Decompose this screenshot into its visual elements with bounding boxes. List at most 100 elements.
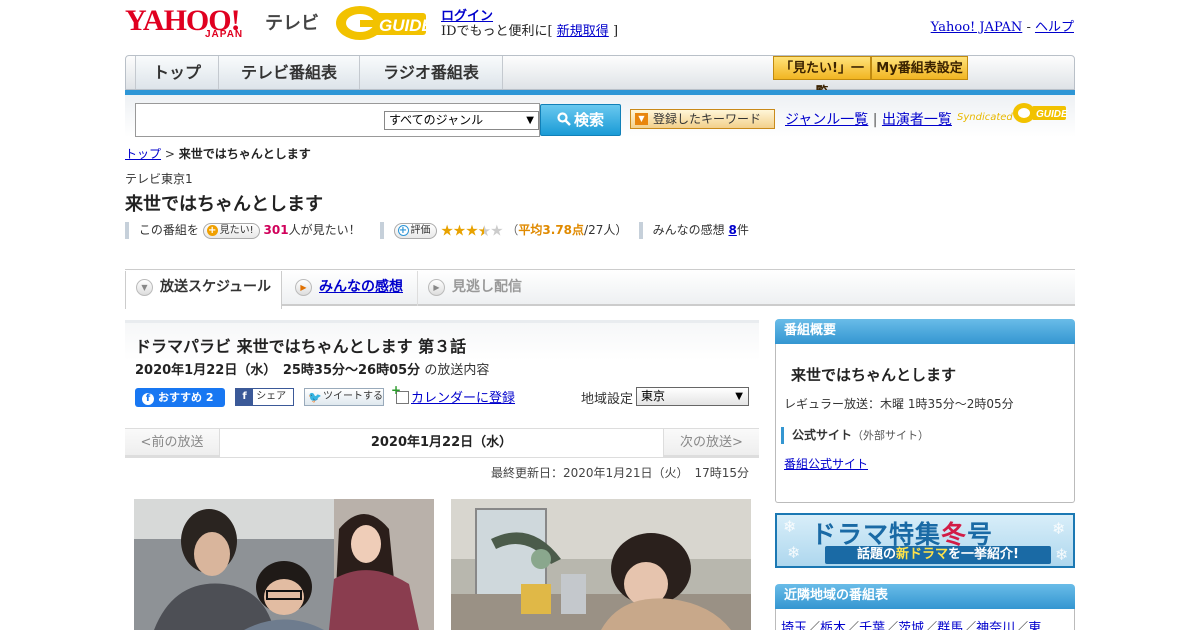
stats-separator <box>125 222 129 239</box>
yahoo-japan-link[interactable]: Yahoo! JAPAN <box>931 20 1023 35</box>
tab-schedule[interactable]: ▼ 放送スケジュール <box>125 271 282 309</box>
nearby-link-more[interactable]: 東 <box>1028 621 1041 630</box>
gguide-logo[interactable]: GUIDE <box>334 4 434 42</box>
id-promo: IDでもっと便利に[ 新規取得 ] <box>441 20 618 39</box>
gguide-text: GUIDE <box>379 16 432 35</box>
plus-icon: + <box>206 224 218 236</box>
dropdown-triangle-icon: ▼ <box>635 113 648 125</box>
nav-tab-radio-schedule[interactable]: ラジオ番組表 <box>360 56 503 89</box>
nearby-link-ibaraki[interactable]: 茨城 <box>898 621 924 630</box>
program-summary-header: 番組概要 <box>775 319 1075 344</box>
rating-average: 平均3.78点 <box>518 223 585 237</box>
genre-select-value: すべてのジャンル <box>389 113 484 127</box>
nearby-link-chiba[interactable]: 千葉 <box>859 621 885 630</box>
play-icon: ▶ <box>428 279 445 296</box>
nav-tab-tv-schedule[interactable]: テレビ番組表 <box>219 56 360 89</box>
rating-count: /27人） <box>584 223 628 237</box>
region-select[interactable]: 東京 ▼ <box>636 387 749 406</box>
genre-select[interactable]: すべてのジャンル ▼ <box>384 111 539 130</box>
play-icon: ▶ <box>295 279 312 296</box>
calendar-add-icon <box>391 383 409 404</box>
nearby-region-links: 埼玉／栃木／千葉／茨城／群馬／神奈川／東 <box>781 617 1071 630</box>
banner-sub-c: を一挙紹介! <box>948 547 1019 562</box>
banner-sub-a: 話題の <box>857 547 897 562</box>
stats-separator <box>379 222 384 239</box>
impressions-prefix: みんなの感想 <box>652 223 725 237</box>
rating-stars: ★★★★★ <box>440 221 503 240</box>
mitai-list-button[interactable]: 「見たい!」一覧 <box>773 56 871 100</box>
signup-link[interactable]: 新規取得 <box>557 24 609 39</box>
episode-airtime-suffix: の放送内容 <box>424 363 490 378</box>
genre-list-link[interactable]: ジャンル一覧 <box>785 112 868 128</box>
rating-open-paren: （ <box>506 223 519 237</box>
cast-list-link[interactable]: 出演者一覧 <box>882 112 952 128</box>
search-icon <box>557 112 571 126</box>
mitai-count: 301 <box>263 223 289 237</box>
nearby-link-kanagawa[interactable]: 神奈川 <box>976 621 1015 630</box>
prev-broadcast-link[interactable]: <前の放送 <box>125 429 219 457</box>
twitter-bird-icon: 🐦 <box>308 391 322 404</box>
add-calendar[interactable]: カレンダーに登録 <box>391 383 515 406</box>
channel-name: テレビ東京1 <box>125 172 193 186</box>
breadcrumb-sep: > <box>164 147 175 161</box>
official-site-heading: 公式サイト（外部サイト） <box>781 427 929 444</box>
summary-regular-broadcast: レギュラー放送：木曜 1時35分～2時05分 <box>784 397 1014 411</box>
syndicated-gguide-text: GUIDE <box>1036 109 1068 120</box>
official-site-note: （外部サイト） <box>852 429 930 442</box>
summary-title: 来世ではちゃんとします <box>791 366 957 384</box>
banner-title-b: 冬 <box>941 520 968 549</box>
official-site-link[interactable]: 番組公式サイト <box>784 455 868 472</box>
search-button[interactable]: 検索 <box>540 104 621 136</box>
impressions-count-link[interactable]: 8 <box>728 223 736 237</box>
nearby-link-saitama[interactable]: 埼玉 <box>781 621 807 630</box>
tab-impressions-label: みんなの感想 <box>319 279 403 295</box>
chevron-down-icon: ▼ <box>136 279 153 296</box>
drama-special-banner[interactable]: ❄ ❄ ❄ ❄ ドラマ特集冬号 話題の新ドラマを一挙紹介! <box>775 513 1075 568</box>
banner-title-c: 号 <box>967 520 994 549</box>
impressions-suffix: 件 <box>736 223 749 237</box>
mitai-button[interactable]: + 見たい! <box>202 222 260 239</box>
mitai-suffix: 人が見たい！ <box>288 223 361 237</box>
help-link[interactable]: ヘルプ <box>1035 20 1074 35</box>
facebook-share-button[interactable]: f シェア <box>235 388 294 406</box>
search-button-label: 検索 <box>573 111 604 129</box>
mitai-prefix: この番組を <box>138 223 199 237</box>
rate-button[interactable]: + 評価 <box>393 222 437 239</box>
banner-title-a: ドラマ特集 <box>811 520 942 549</box>
facebook-recommend-button[interactable]: f おすすめ 2 <box>135 388 225 407</box>
genre-cast-divider: | <box>872 112 878 128</box>
breadcrumb-top-link[interactable]: トップ <box>125 147 161 161</box>
episode-title: ドラマパラビ 来世ではちゃんとします 第３話 <box>135 337 467 356</box>
tweet-label: ツイートする <box>323 391 383 402</box>
banner-subtitle: 話題の新ドラマを一挙紹介! <box>825 546 1051 564</box>
tab-streaming: ▶ 見逃し配信 <box>417 271 547 306</box>
add-calendar-link[interactable]: カレンダーに登録 <box>411 391 515 406</box>
program-stats-row: この番組を + 見たい! 301人が見たい！ + 評価 ★★★★★ （平均3.78点… <box>125 220 749 240</box>
nearby-link-gunma[interactable]: 群馬 <box>937 621 963 630</box>
syndicated-gguide-logo: GUIDE <box>1012 101 1068 125</box>
nav-tab-top[interactable]: トップ <box>135 56 219 89</box>
snowflake-icon: ❄ <box>1052 519 1066 538</box>
next-broadcast-link[interactable]: 次の放送> <box>664 429 759 457</box>
region-select-value: 東京 <box>641 389 666 403</box>
yahoo-japan-sublogo: JAPAN <box>205 29 244 40</box>
episode-photo-2[interactable] <box>451 499 751 630</box>
banner-sub-b: 新ドラマ <box>896 547 949 562</box>
tweet-button[interactable]: 🐦 ツイートする <box>304 388 384 406</box>
program-title: 来世ではちゃんとします <box>125 194 323 215</box>
nearby-schedule-header: 近隣地域の番組表 <box>775 584 1075 609</box>
snowflake-icon: ❄ <box>787 543 801 562</box>
id-promo-suffix: ] <box>612 24 619 39</box>
last-updated: 最終更新日：2020年1月21日（火） 17時15分 <box>491 466 749 480</box>
facebook-share-label: シェア <box>256 391 287 402</box>
episode-photo-1[interactable] <box>134 499 434 630</box>
tab-impressions[interactable]: ▶ みんなの感想 <box>285 271 415 306</box>
mitai-button-label: 見たい! <box>219 224 254 236</box>
episode-airtime-bold: 2020年1月22日（水） 25時35分～26時05分 <box>135 363 421 378</box>
my-schedule-settings-button[interactable]: My番組表設定 <box>871 56 968 80</box>
registered-keywords-button[interactable]: ▼ 登録したキーワード <box>630 109 775 129</box>
rate-button-label: 評価 <box>410 224 431 236</box>
nearby-link-tochigi[interactable]: 栃木 <box>820 621 846 630</box>
tab-schedule-label: 放送スケジュール <box>160 279 272 295</box>
plus-icon: + <box>397 224 409 236</box>
